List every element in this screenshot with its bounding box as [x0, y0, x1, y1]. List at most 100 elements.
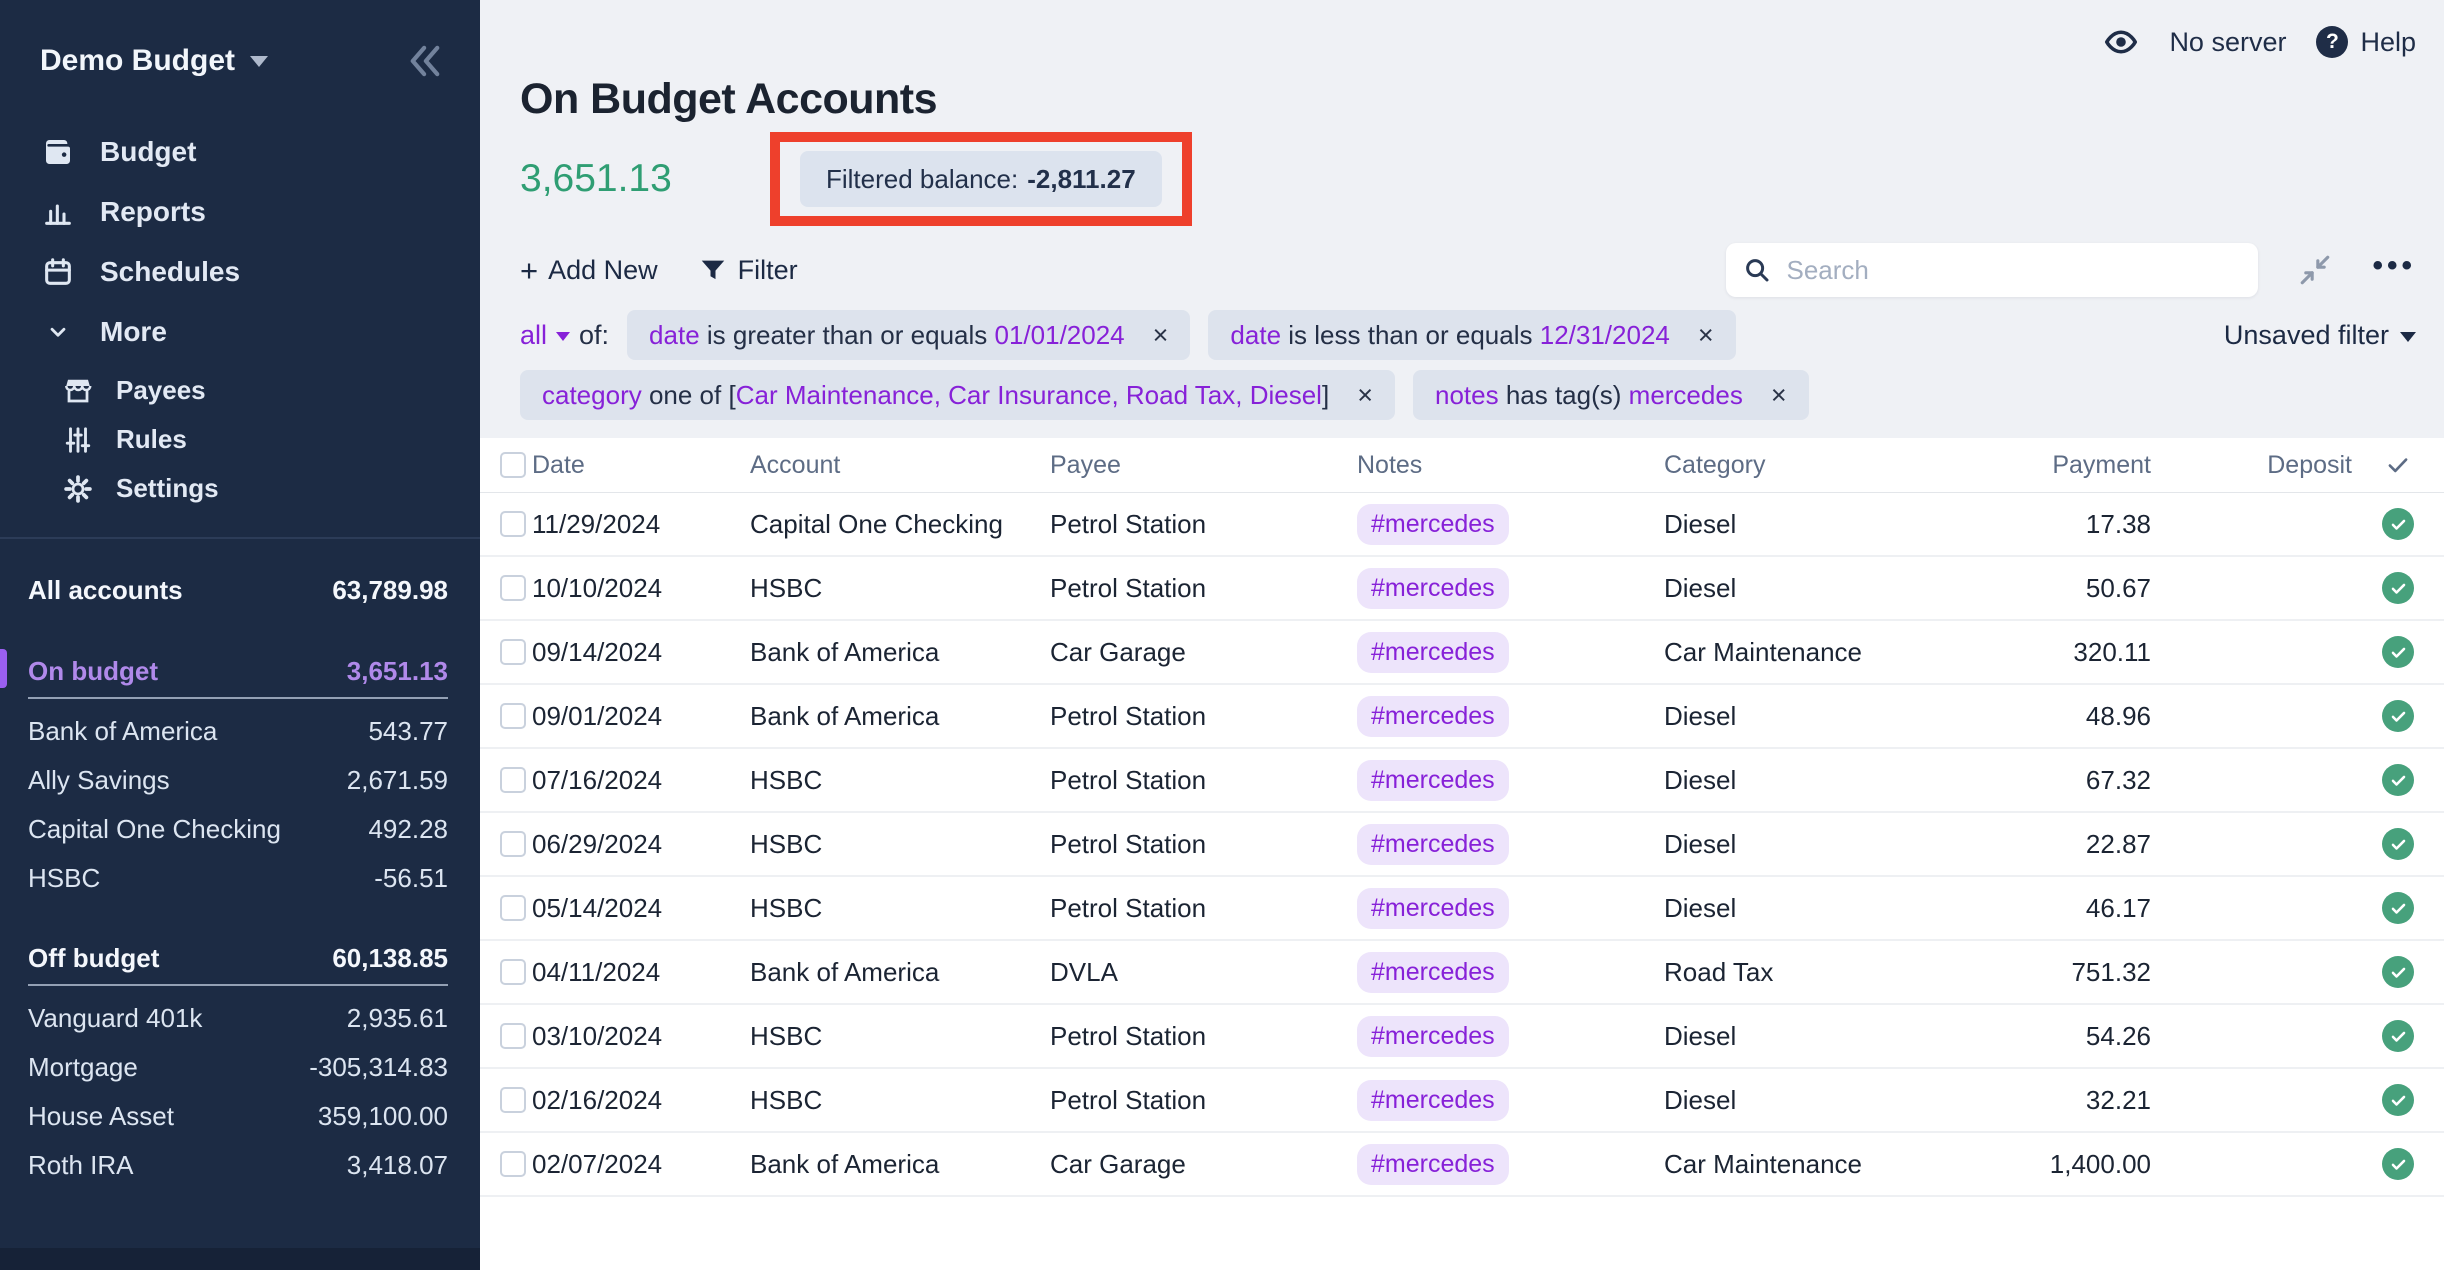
transaction-row[interactable]: 09/14/2024Bank of AmericaCar Garage#merc…: [480, 621, 2444, 685]
transaction-category[interactable]: Diesel: [1664, 829, 1930, 860]
account-group-off-budget[interactable]: Off budget60,138.85: [28, 933, 448, 986]
column-header-payment[interactable]: Payment: [1930, 451, 2151, 480]
transaction-checkbox[interactable]: [500, 511, 526, 537]
budget-switcher[interactable]: Demo Budget: [40, 44, 268, 78]
transaction-payee[interactable]: Car Garage: [1050, 1149, 1357, 1180]
note-tag[interactable]: #mercedes: [1357, 504, 1509, 545]
transaction-row[interactable]: 11/29/2024Capital One CheckingPetrol Sta…: [480, 493, 2444, 557]
transaction-date[interactable]: 09/01/2024: [532, 701, 750, 732]
transaction-checkbox[interactable]: [500, 831, 526, 857]
cleared-check-icon[interactable]: [2382, 956, 2414, 988]
transaction-notes[interactable]: #mercedes: [1357, 568, 1664, 609]
transaction-status-cell[interactable]: [2352, 764, 2444, 796]
transaction-category[interactable]: Diesel: [1664, 893, 1930, 924]
transaction-status-cell[interactable]: [2352, 1020, 2444, 1052]
transaction-payee[interactable]: Petrol Station: [1050, 573, 1357, 604]
transaction-category[interactable]: Car Maintenance: [1664, 1149, 1930, 1180]
note-tag[interactable]: #mercedes: [1357, 632, 1509, 673]
transaction-account[interactable]: HSBC: [750, 893, 1050, 924]
filter-condition-pill[interactable]: notes has tag(s) mercedes×: [1413, 370, 1809, 420]
transaction-row[interactable]: 03/10/2024HSBCPetrol Station#mercedesDie…: [480, 1005, 2444, 1069]
transaction-status-cell[interactable]: [2352, 956, 2444, 988]
cleared-check-icon[interactable]: [2382, 508, 2414, 540]
transaction-payment[interactable]: 1,400.00: [1930, 1149, 2151, 1180]
note-tag[interactable]: #mercedes: [1357, 952, 1509, 993]
server-status[interactable]: No server: [2169, 27, 2286, 58]
transaction-account[interactable]: HSBC: [750, 765, 1050, 796]
transaction-payment[interactable]: 751.32: [1930, 957, 2151, 988]
filter-condition-pill[interactable]: date is greater than or equals 01/01/202…: [627, 310, 1190, 360]
transaction-account[interactable]: Bank of America: [750, 1149, 1050, 1180]
transaction-payee[interactable]: Petrol Station: [1050, 829, 1357, 860]
help-button[interactable]: ? Help: [2316, 26, 2416, 58]
transaction-payment[interactable]: 320.11: [1930, 637, 2151, 668]
account-item-bank-of-america[interactable]: Bank of America543.77: [28, 707, 448, 756]
account-group-all-accounts[interactable]: All accounts63,789.98: [28, 565, 448, 616]
search-box[interactable]: [1726, 243, 2258, 297]
add-new-button[interactable]: + Add New: [520, 255, 658, 286]
transaction-status-cell[interactable]: [2352, 1148, 2444, 1180]
sidebar-item-budget[interactable]: Budget: [0, 122, 480, 182]
transaction-date[interactable]: 02/16/2024: [532, 1085, 750, 1116]
transaction-payee[interactable]: Petrol Station: [1050, 701, 1357, 732]
transaction-row[interactable]: 05/14/2024HSBCPetrol Station#mercedesDie…: [480, 877, 2444, 941]
transaction-date[interactable]: 10/10/2024: [532, 573, 750, 604]
transaction-checkbox[interactable]: [500, 1023, 526, 1049]
transaction-payee[interactable]: DVLA: [1050, 957, 1357, 988]
transaction-date[interactable]: 11/29/2024: [532, 509, 750, 540]
sidebar-item-more[interactable]: More: [0, 302, 480, 362]
transaction-row[interactable]: 02/16/2024HSBCPetrol Station#mercedesDie…: [480, 1069, 2444, 1133]
transaction-date[interactable]: 06/29/2024: [532, 829, 750, 860]
sidebar-item-rules[interactable]: Rules: [0, 415, 480, 464]
total-balance[interactable]: 3,651.13: [520, 157, 750, 201]
transaction-category[interactable]: Road Tax: [1664, 957, 1930, 988]
transaction-row[interactable]: 04/11/2024Bank of AmericaDVLA#mercedesRo…: [480, 941, 2444, 1005]
filter-button[interactable]: Filter: [698, 255, 798, 286]
transaction-notes[interactable]: #mercedes: [1357, 760, 1664, 801]
remove-filter-icon[interactable]: ×: [1153, 320, 1169, 351]
transaction-payment[interactable]: 67.32: [1930, 765, 2151, 796]
cleared-check-icon[interactable]: [2382, 1084, 2414, 1116]
transaction-payment[interactable]: 17.38: [1930, 509, 2151, 540]
transaction-date[interactable]: 03/10/2024: [532, 1021, 750, 1052]
transaction-account[interactable]: Bank of America: [750, 957, 1050, 988]
collapse-sidebar-icon[interactable]: [404, 40, 446, 82]
transaction-category[interactable]: Diesel: [1664, 573, 1930, 604]
transaction-account[interactable]: Bank of America: [750, 701, 1050, 732]
account-item-vanguard-401k[interactable]: Vanguard 401k2,935.61: [28, 994, 448, 1043]
cleared-check-icon[interactable]: [2382, 572, 2414, 604]
account-item-roth-ira[interactable]: Roth IRA3,418.07: [28, 1141, 448, 1190]
account-group-on-budget[interactable]: On budget3,651.13: [28, 646, 448, 699]
remove-filter-icon[interactable]: ×: [1357, 380, 1373, 411]
sidebar-item-payees[interactable]: Payees: [0, 366, 480, 415]
note-tag[interactable]: #mercedes: [1357, 568, 1509, 609]
account-item-hsbc[interactable]: HSBC-56.51: [28, 854, 448, 903]
transaction-checkbox[interactable]: [500, 767, 526, 793]
transaction-status-cell[interactable]: [2352, 892, 2444, 924]
transaction-status-cell[interactable]: [2352, 700, 2444, 732]
transaction-checkbox[interactable]: [500, 703, 526, 729]
cleared-check-icon[interactable]: [2382, 1020, 2414, 1052]
remove-filter-icon[interactable]: ×: [1771, 380, 1787, 411]
cleared-check-icon[interactable]: [2382, 636, 2414, 668]
column-header-payee[interactable]: Payee: [1050, 451, 1357, 480]
transaction-checkbox[interactable]: [500, 1151, 526, 1177]
column-header-category[interactable]: Category: [1664, 451, 1930, 480]
column-header-deposit[interactable]: Deposit: [2151, 451, 2352, 480]
collapse-rows-icon[interactable]: [2298, 253, 2332, 287]
column-header-notes[interactable]: Notes: [1357, 451, 1664, 480]
transaction-account[interactable]: HSBC: [750, 1085, 1050, 1116]
transaction-payee[interactable]: Petrol Station: [1050, 1021, 1357, 1052]
transaction-payee[interactable]: Petrol Station: [1050, 509, 1357, 540]
transaction-account[interactable]: HSBC: [750, 829, 1050, 860]
filtered-balance-pill[interactable]: Filtered balance: -2,811.27: [800, 151, 1162, 207]
transaction-account[interactable]: HSBC: [750, 573, 1050, 604]
transaction-row[interactable]: 06/29/2024HSBCPetrol Station#mercedesDie…: [480, 813, 2444, 877]
transaction-row[interactable]: 10/10/2024HSBCPetrol Station#mercedes Die…: [480, 557, 2444, 621]
transaction-checkbox[interactable]: [500, 895, 526, 921]
transaction-notes[interactable]: #mercedes: [1357, 696, 1664, 737]
transaction-notes[interactable]: #mercedes: [1357, 824, 1664, 865]
transaction-account[interactable]: HSBC: [750, 1021, 1050, 1052]
transaction-notes[interactable]: #mercedes: [1357, 888, 1664, 929]
sidebar-item-reports[interactable]: Reports: [0, 182, 480, 242]
